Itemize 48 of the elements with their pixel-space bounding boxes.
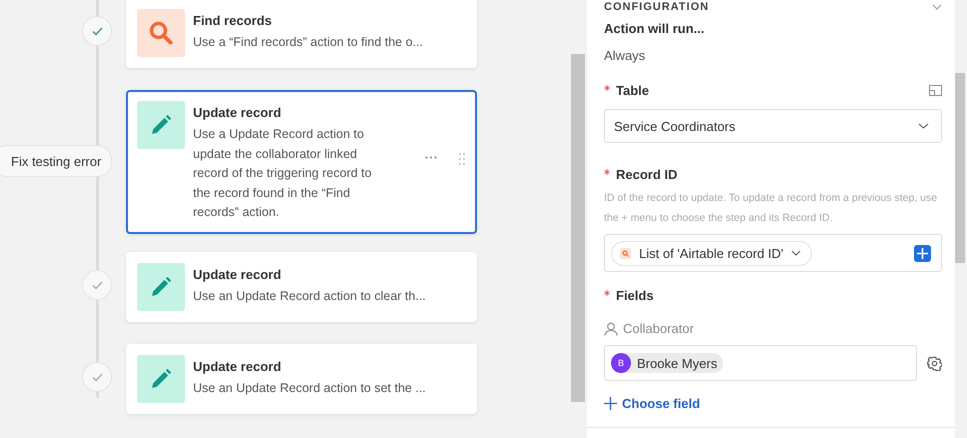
scrollbar-thumb[interactable]	[955, 73, 965, 263]
record-token[interactable]: List of 'Airtable record ID'	[611, 240, 812, 266]
user-avatar: B	[611, 353, 631, 373]
pencil-icon	[149, 275, 173, 299]
search-icon	[620, 248, 631, 258]
run-value: Always	[604, 48, 646, 63]
more-icon[interactable]	[425, 156, 437, 159]
scrollbar-thumb[interactable]	[571, 54, 585, 402]
search-icon	[148, 20, 174, 46]
pencil-icon	[149, 367, 173, 391]
step-title: Update record	[193, 359, 282, 374]
step-card[interactable]: Update record Use a Update Record action to update the collaborator linked record of the triggering record to the record found in the “Find records” action.	[126, 90, 477, 234]
run-label: Action will run...	[604, 21, 706, 36]
record-id-field[interactable]: List of 'Airtable record ID'	[604, 234, 942, 272]
step-description: Use a Update Record action to update the collaborator linked record of the triggering record to the record found in the “Find records” action.	[193, 126, 373, 221]
chevron-icon	[918, 123, 929, 129]
step-title: Find records	[193, 13, 273, 28]
help-text: ID of the record to update. To update a record from a previous step, use the + menu to choose the step and its Record ID.	[604, 191, 938, 226]
step-description: Use a “Find records” action to find the o...	[193, 34, 424, 51]
step-card[interactable]: Update record Use an Update Record action to clear th...	[126, 252, 477, 322]
step-card[interactable]: Find records Use a “Find records” action to find the o...	[126, 0, 477, 68]
step-description: Use an Update Record action to set the ...	[193, 380, 427, 397]
fix-testing-error-button[interactable]: Fix testing error	[0, 145, 112, 177]
record-id-label: Record ID	[616, 167, 678, 182]
user-chip: B Brooke Myers	[611, 353, 724, 373]
collaborator-field[interactable]: B Brooke Myers	[604, 345, 917, 381]
plus-icon	[604, 397, 617, 410]
check-icon	[92, 280, 102, 290]
settings-icon[interactable]	[927, 356, 942, 370]
table-select[interactable]: Service Coordinators	[604, 109, 942, 143]
field-name: Collaborator	[623, 321, 694, 336]
pencil-icon	[149, 113, 173, 137]
fields-label: Fields	[616, 288, 654, 303]
check-icon	[92, 26, 102, 36]
person-icon	[604, 322, 618, 336]
add-button[interactable]	[914, 244, 931, 262]
step-title: Update record	[193, 105, 282, 120]
drag-handle-icon[interactable]	[459, 153, 465, 165]
table-label: Table	[616, 83, 649, 98]
check-icon	[92, 372, 102, 382]
step-card[interactable]: Update record Use an Update Record action to set the ...	[126, 344, 477, 414]
section-title: CONFIGURATION	[604, 0, 710, 12]
chevron-icon	[791, 250, 802, 256]
choose-field-link[interactable]: Choose field	[604, 396, 700, 411]
expand-icon[interactable]	[929, 85, 942, 96]
chevron-icon[interactable]	[932, 4, 942, 10]
step-description: Use an Update Record action to clear th...	[193, 288, 427, 305]
step-title: Update record	[193, 267, 282, 282]
